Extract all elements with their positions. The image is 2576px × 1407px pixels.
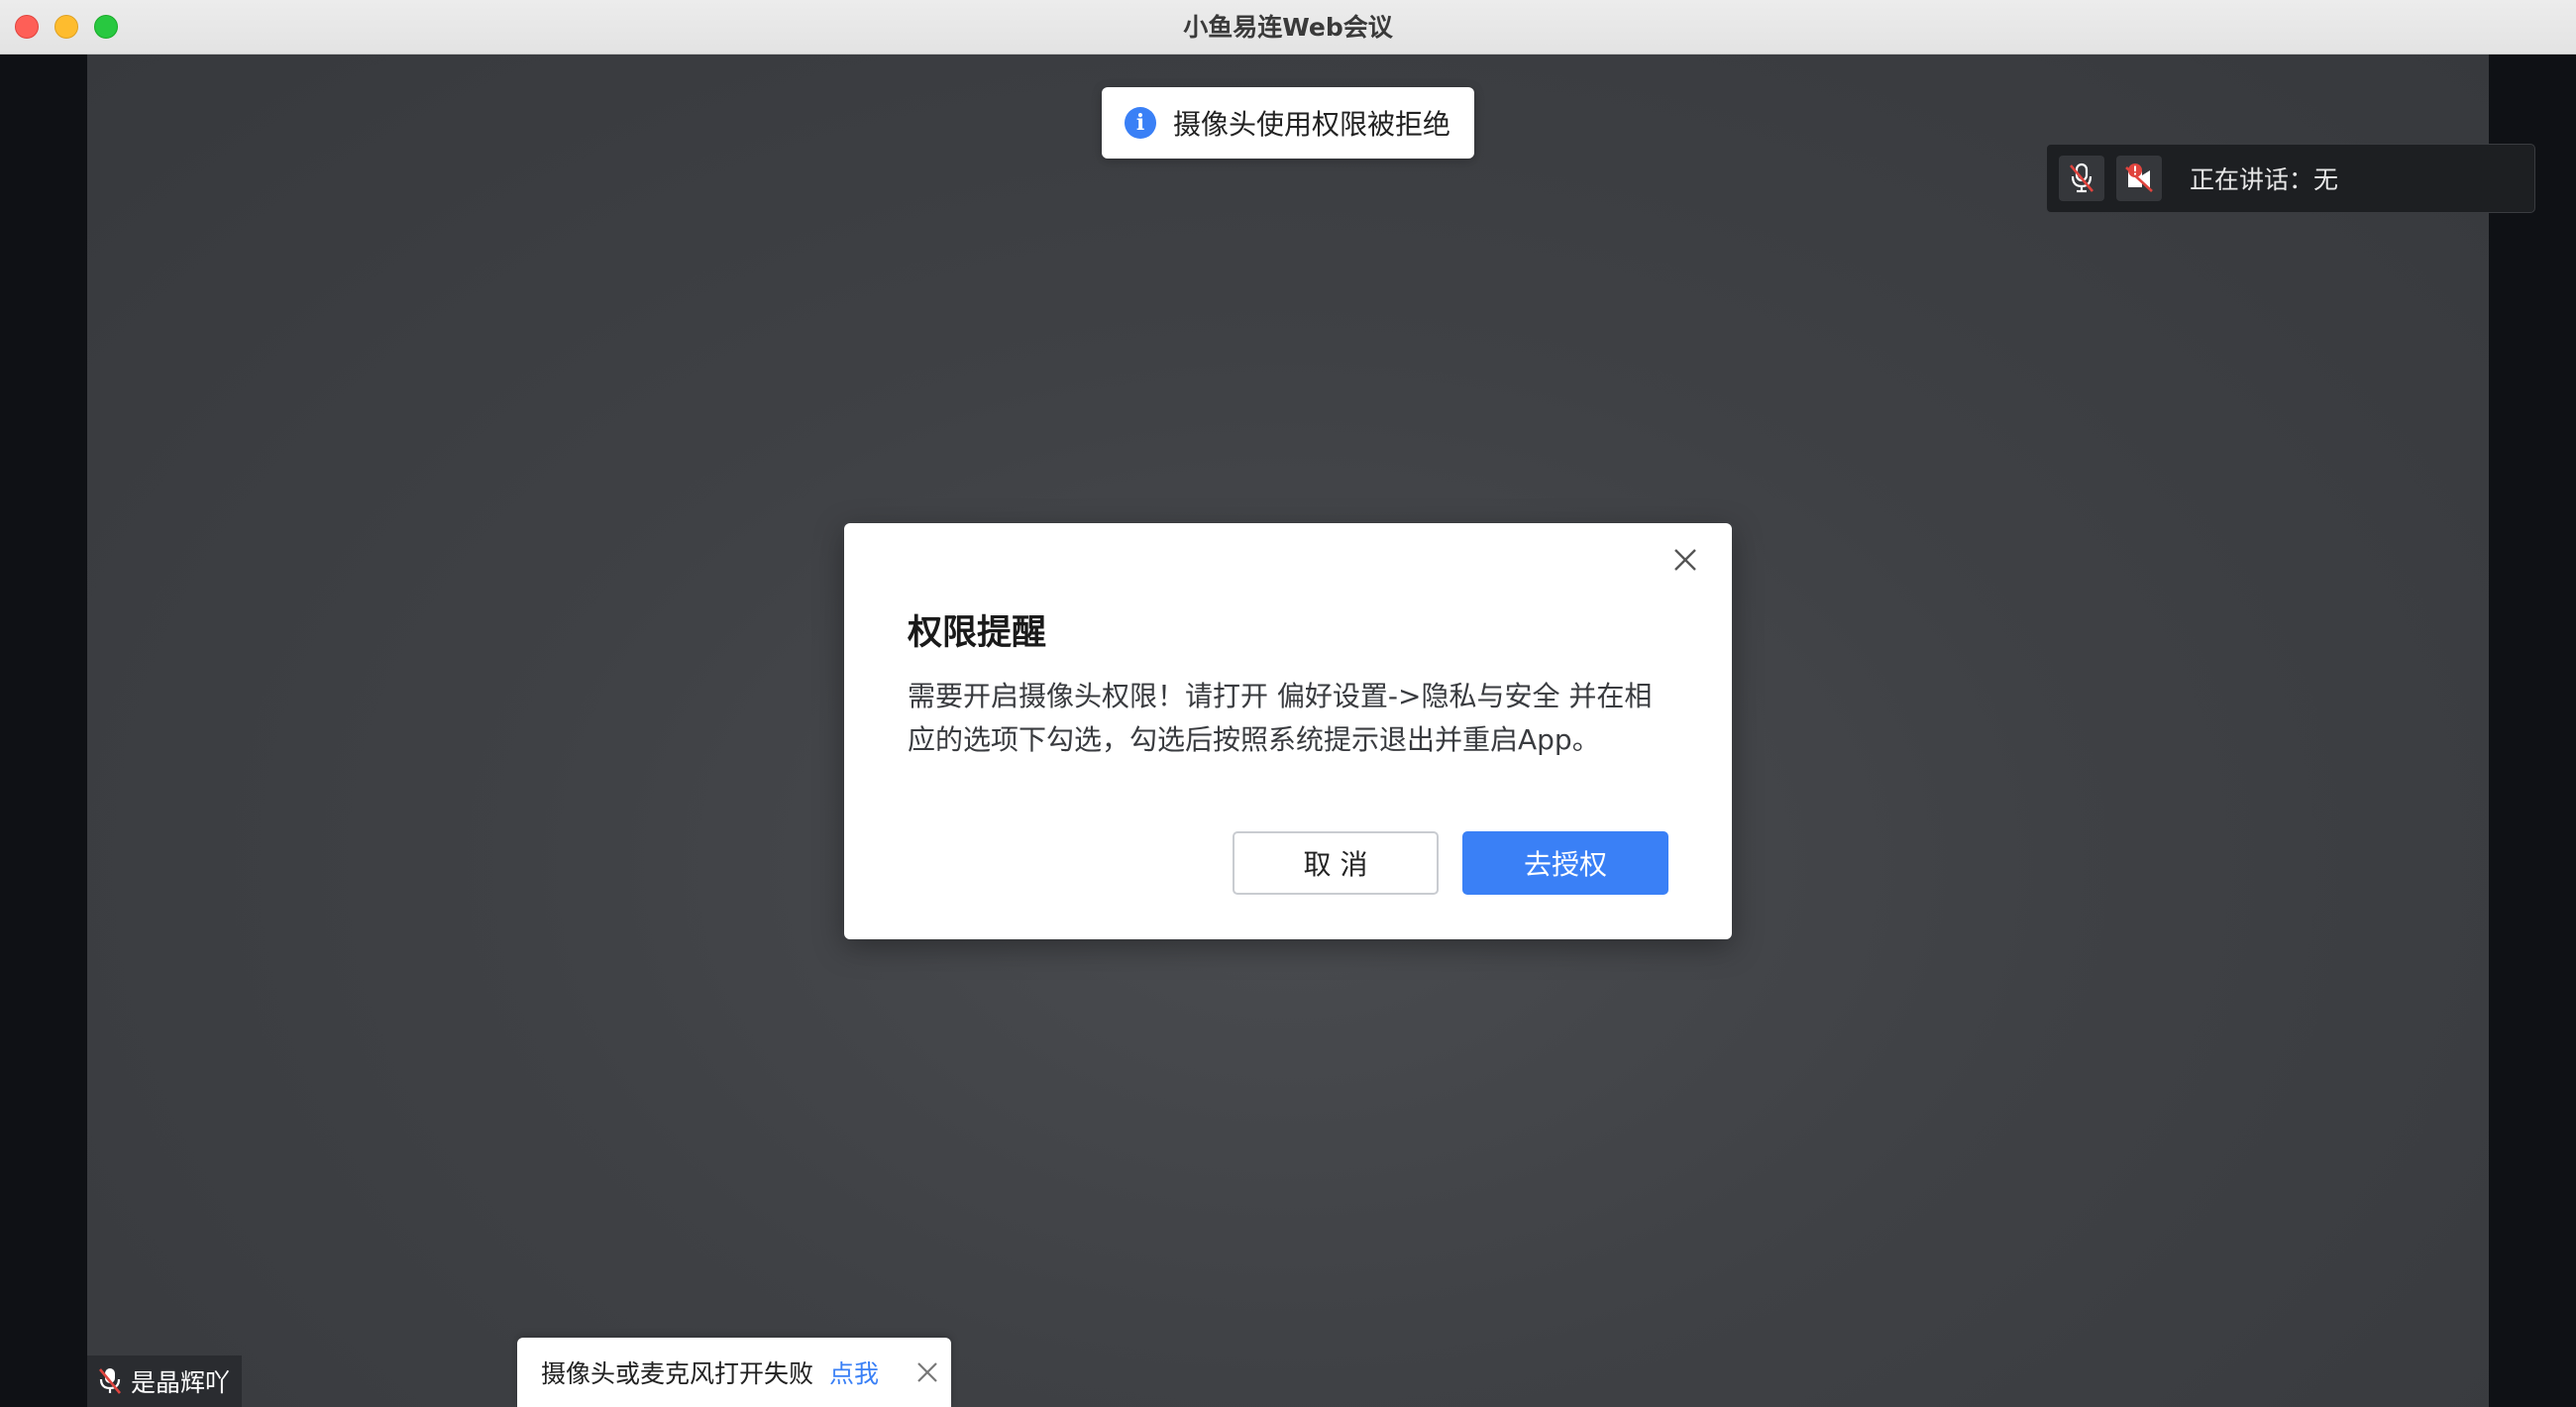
camera-error-icon [2125, 163, 2153, 192]
device-failure-notification: 摄像头或麦克风打开失败 点我 [517, 1338, 951, 1407]
camera-denied-notification: i 摄像头使用权限被拒绝 [1102, 87, 1474, 159]
close-icon [917, 1362, 937, 1382]
authorize-button[interactable]: 去授权 [1462, 831, 1668, 895]
current-speaker-label: 正在讲话：无 [2190, 165, 2339, 194]
title-bar: 小鱼易连Web会议 [0, 0, 2576, 54]
dialog-message: 需要开启摄像头权限！请打开 偏好设置->隐私与安全 并在相应的选项下勾选，勾选后… [908, 680, 1653, 756]
notification-close-button[interactable] [914, 1359, 940, 1385]
camera-status-button[interactable] [2116, 156, 2162, 201]
info-icon: i [1125, 107, 1156, 139]
participant-name-tag: 是晶辉吖 [87, 1355, 242, 1407]
notification-text: 摄像头使用权限被拒绝 [1173, 108, 1451, 141]
permission-dialog: 权限提醒 需要开启摄像头权限！请打开 偏好设置->隐私与安全 并在相应的选项下勾… [844, 523, 1732, 939]
mic-muted-icon [99, 1368, 121, 1394]
participant-name: 是晶辉吖 [131, 1368, 231, 1397]
dialog-title: 权限提醒 [908, 613, 1047, 653]
mic-status-button[interactable] [2059, 156, 2104, 201]
click-me-link[interactable]: 点我 [829, 1354, 879, 1390]
speaker-status-panel: 正在讲话：无 [2046, 144, 2535, 213]
device-failure-text: 摄像头或麦克风打开失败 [541, 1359, 814, 1388]
mic-muted-icon [2070, 162, 2093, 193]
dialog-close-button[interactable] [1668, 543, 1702, 577]
close-icon [1674, 549, 1696, 571]
window-title: 小鱼易连Web会议 [1183, 13, 1393, 42]
app-window: 小鱼易连Web会议 i 摄像头使用权限被拒绝 正在讲话：无 权限提醒 需要开启摄… [0, 0, 2576, 1407]
cancel-button[interactable]: 取 消 [1233, 831, 1439, 895]
